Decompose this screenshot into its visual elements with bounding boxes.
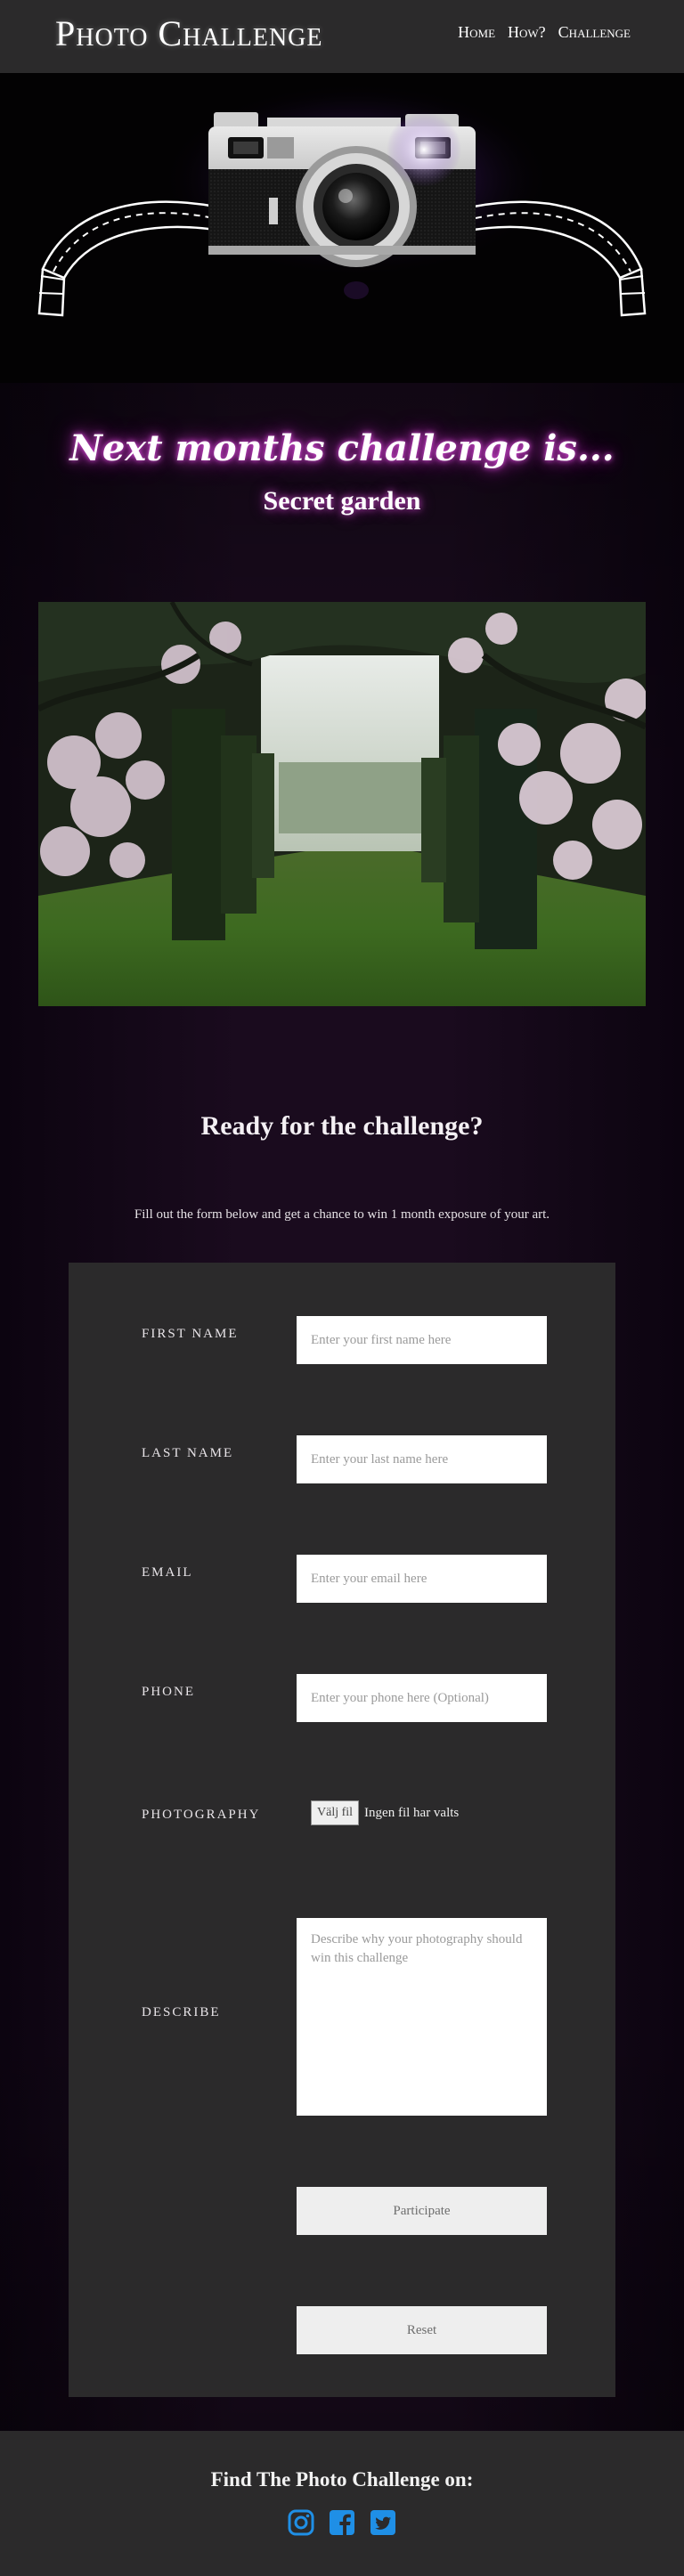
challenge-form: First name Last name Email Phone Photogr… (69, 1263, 615, 2397)
first-name-label: First name (142, 1327, 239, 1341)
ready-subtext: Fill out the form below and get a chance… (134, 1207, 550, 1222)
describe-field[interactable] (297, 1918, 547, 2116)
site-footer: Find The Photo Challenge on: (0, 2431, 684, 2576)
photography-file-input: Välj fil Ingen fil har valts (311, 1800, 459, 1825)
last-name-field[interactable] (297, 1435, 547, 1483)
secret-garden-photo (38, 602, 646, 1006)
footer-heading: Find The Photo Challenge on: (210, 2468, 474, 2491)
site-title[interactable]: Photo Challenge (55, 12, 322, 54)
reset-button[interactable]: Reset (297, 2306, 547, 2354)
twitter-icon[interactable] (370, 2509, 396, 2536)
photography-label: Photography (142, 1808, 261, 1822)
challenge-heading: Next months challenge is... (69, 427, 615, 469)
site-header: Photo Challenge Home How? Challenge (0, 0, 684, 73)
main-nav: Home How? Challenge (458, 23, 631, 42)
hero-banner (0, 73, 684, 383)
camera-film-illustration (0, 73, 684, 383)
email-field[interactable] (297, 1555, 547, 1603)
phone-label: Phone (142, 1685, 196, 1699)
file-status: Ingen fil har valts (364, 1805, 460, 1820)
phone-field[interactable] (297, 1674, 547, 1722)
nav-home-link[interactable]: Home (458, 23, 495, 42)
first-name-field[interactable] (297, 1316, 547, 1364)
nav-how-link[interactable]: How? (508, 23, 546, 42)
main-content: Next months challenge is... Secret garde… (0, 383, 684, 2431)
social-links (0, 2509, 684, 2536)
describe-label: Describe (142, 2005, 221, 2019)
choose-file-button[interactable]: Välj fil (311, 1800, 360, 1825)
challenge-theme: Secret garden (263, 486, 421, 516)
ready-heading: Ready for the challenge? (200, 1111, 484, 1141)
email-label: Email (142, 1565, 193, 1580)
instagram-icon[interactable] (288, 2509, 314, 2536)
nav-challenge-link[interactable]: Challenge (558, 23, 631, 42)
participate-button[interactable]: Participate (297, 2187, 547, 2235)
last-name-label: Last name (142, 1446, 234, 1460)
facebook-icon[interactable] (329, 2509, 355, 2536)
